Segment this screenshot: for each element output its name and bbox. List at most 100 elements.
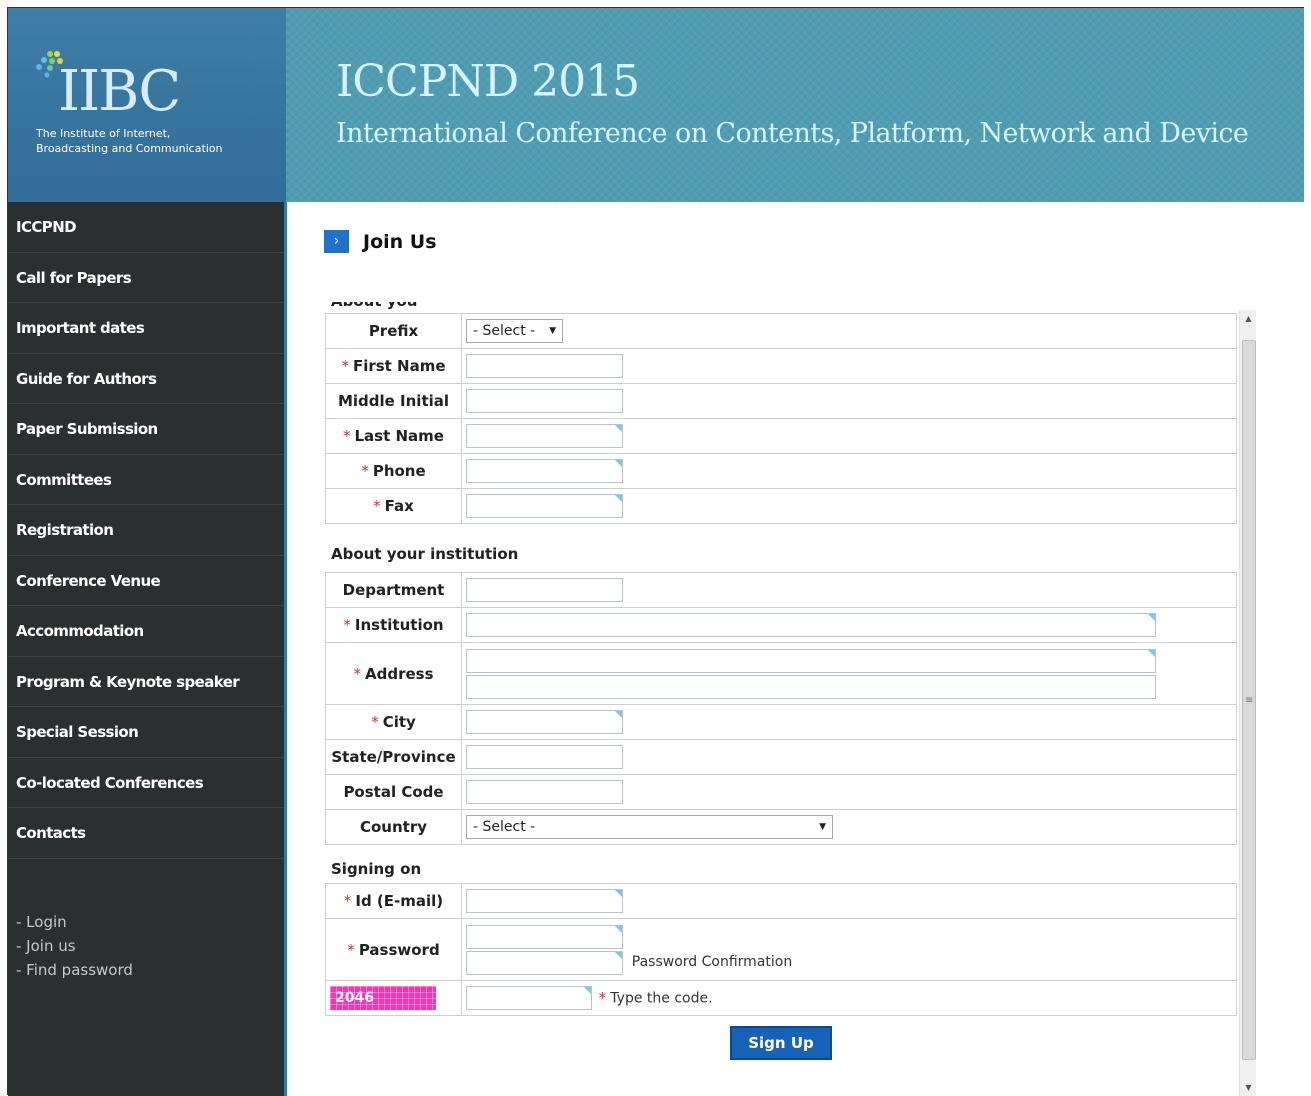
last-name-label: * Last Name — [325, 418, 462, 454]
label-text: Country — [359, 818, 428, 836]
label-text: Institution — [354, 616, 444, 634]
city-field[interactable] — [466, 710, 623, 734]
join-form[interactable]: About you Prefix - Select -▼ *First Name… — [325, 302, 1257, 1096]
sidebar-item-co-located[interactable]: Co-located Conferences — [8, 758, 284, 808]
table-row: * Last Name — [325, 418, 1237, 454]
sidebar-item-accommodation[interactable]: Accommodation — [8, 606, 284, 657]
logo-subtitle-line: The Institute of Internet, — [36, 127, 171, 140]
conference-title: ICCPND 2015 — [336, 56, 640, 107]
sign-up-button[interactable]: Sign Up — [730, 1026, 832, 1060]
page-title-text: Join Us — [363, 230, 437, 253]
fax-field[interactable] — [466, 494, 623, 518]
first-name-field[interactable] — [466, 354, 623, 378]
prefix-select[interactable]: - Select - ▼ — [466, 319, 563, 343]
fax-cell — [461, 488, 1237, 524]
conference-banner: ICCPND 2015 International Conference on … — [286, 8, 1304, 202]
sidebar-item-call-for-papers[interactable]: Call for Papers — [8, 253, 284, 303]
about-you-table: Prefix - Select - ▼ * First Name Middle In… — [325, 313, 1237, 524]
join-us-link[interactable]: - Join us — [16, 934, 133, 958]
label-text: Prefix — [368, 322, 419, 340]
iibc-logo[interactable]: IIBC The Institute of Internet, Broadcas… — [8, 8, 286, 202]
sidebar-item-program-keynote[interactable]: Program & Keynote speaker — [8, 657, 284, 707]
sidebar-item-paper-submission[interactable]: Paper Submission — [8, 404, 284, 455]
signing-table: * Id (E-mail) * Password Password Confirma… — [325, 883, 1237, 1016]
chevron-down-icon: ▼ — [819, 822, 826, 832]
password-confirm-field[interactable] — [466, 950, 623, 975]
sidebar-item-guide-for-authors[interactable]: Guide for Authors — [8, 354, 284, 404]
middle-initial-cell — [461, 383, 1237, 419]
table-row: * Address — [325, 642, 1237, 705]
postal-code-field[interactable] — [466, 780, 623, 804]
country-label: Country — [325, 809, 462, 845]
required-mark: * — [341, 357, 349, 375]
id-label: * Id (E-mail) — [325, 883, 462, 919]
section-signing-on: Signing on — [331, 860, 422, 878]
table-row: * First Name — [325, 348, 1237, 384]
required-mark: * — [353, 664, 361, 683]
institution-field[interactable] — [466, 613, 1156, 637]
table-row: State/Province — [325, 739, 1237, 775]
last-name-field[interactable] — [466, 424, 623, 448]
prefix-cell: - Select - ▼ — [461, 313, 1237, 349]
table-row: Department — [325, 572, 1237, 608]
phone-field[interactable] — [466, 459, 623, 483]
required-mark: * — [347, 940, 355, 959]
institution-cell — [461, 607, 1237, 643]
scroll-thumb[interactable]: ≡ — [1242, 340, 1256, 1060]
first-name-label: * First Name — [325, 348, 462, 384]
required-mark: * — [343, 427, 351, 445]
sidebar-nav: ICCPND Call for Papers Important dates G… — [8, 202, 284, 1096]
sidebar-item-committees[interactable]: Committees — [8, 455, 284, 505]
captcha-hint: Type the code. — [610, 990, 713, 1007]
prefix-select-value: - Select - — [473, 323, 536, 339]
label-text: Fax — [384, 497, 414, 515]
sidebar-item-iccpnd[interactable]: ICCPND — [8, 202, 284, 253]
login-link[interactable]: - Login — [16, 910, 133, 934]
label-text: City — [382, 713, 416, 731]
phone-cell — [461, 453, 1237, 489]
chevron-down-icon: ▼ — [549, 326, 556, 336]
label-text: First Name — [352, 357, 446, 375]
label-text: State/Province — [331, 748, 456, 766]
id-cell — [461, 883, 1237, 919]
table-row: * Fax — [325, 488, 1237, 524]
sidebar-item-conference-venue[interactable]: Conference Venue — [8, 556, 284, 606]
institution-table: Department * Institution * Address * Cit… — [325, 572, 1237, 845]
country-select-value: - Select - — [473, 819, 536, 835]
sidebar-item-contacts[interactable]: Contacts — [8, 808, 284, 859]
sidebar-item-important-dates[interactable]: Important dates — [8, 303, 284, 354]
grip-icon: ≡ — [1245, 695, 1254, 706]
country-cell: - Select - ▼ — [461, 809, 1237, 845]
conference-subtitle: International Conference on Contents, Pl… — [336, 118, 1249, 149]
department-cell — [461, 572, 1237, 608]
sidebar-item-special-session[interactable]: Special Session — [8, 707, 284, 758]
middle-initial-field[interactable] — [466, 389, 623, 413]
label-text: Password — [358, 940, 440, 959]
table-row: Middle Initial — [325, 383, 1237, 419]
table-row: Prefix - Select - ▼ — [325, 313, 1237, 349]
find-password-link[interactable]: - Find password — [16, 958, 133, 982]
table-row: * Phone — [325, 453, 1237, 489]
label-text: Phone — [372, 462, 426, 480]
password-cell: Password Confirmation — [461, 918, 1237, 981]
sidebar-item-registration[interactable]: Registration — [8, 505, 284, 556]
state-field[interactable] — [466, 745, 623, 769]
country-select[interactable]: - Select - ▼ — [466, 815, 833, 839]
email-field[interactable] — [466, 889, 623, 913]
section-institution: About your institution — [331, 545, 519, 563]
captcha-field[interactable] — [466, 986, 592, 1010]
label-text: Last Name — [354, 427, 444, 445]
table-row: * Institution — [325, 607, 1237, 643]
captcha-input-cell: * Type the code. — [461, 980, 1237, 1016]
institution-label: * Institution — [325, 607, 462, 643]
scroll-up-icon[interactable]: ▲ — [1240, 310, 1257, 327]
address-line2-field[interactable] — [466, 674, 1156, 699]
address-cell — [461, 642, 1237, 705]
form-scrollbar[interactable]: ▲ ≡ ▼ — [1239, 310, 1256, 1096]
department-field[interactable] — [466, 578, 623, 602]
address-line1-field[interactable] — [466, 648, 1156, 673]
middle-initial-label: Middle Initial — [325, 383, 462, 419]
label-text: Postal Code — [343, 783, 444, 801]
scroll-down-icon[interactable]: ▼ — [1240, 1079, 1257, 1096]
password-field[interactable] — [466, 924, 623, 949]
